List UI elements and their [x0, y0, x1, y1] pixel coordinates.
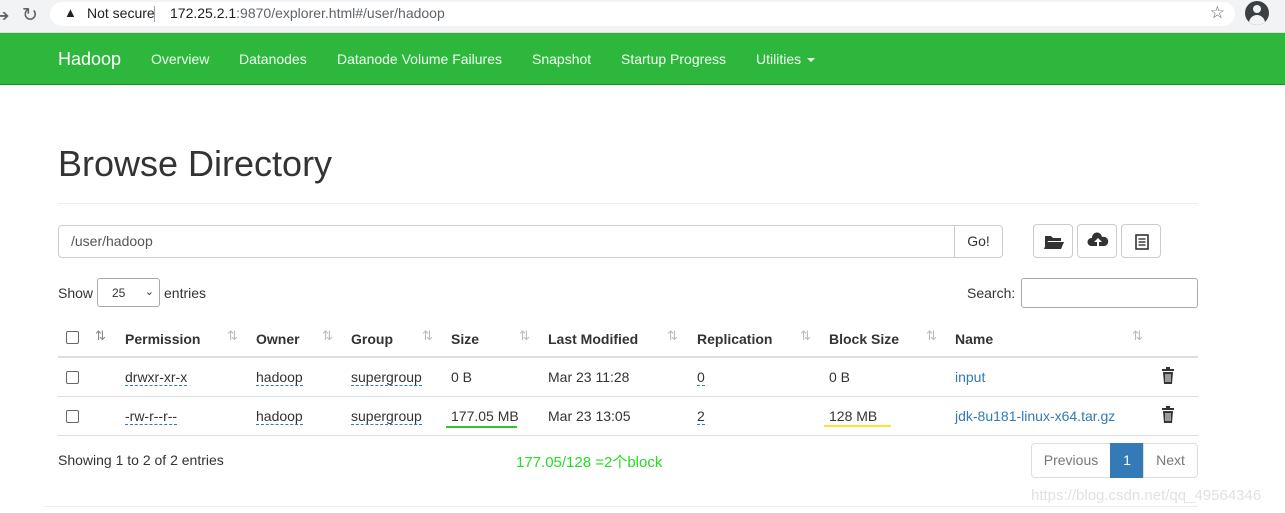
modified-cell: Mar 23 13:05 [548, 408, 631, 424]
size-highlight-underline [446, 426, 517, 428]
brand-link[interactable]: Hadoop [58, 49, 121, 70]
header-name[interactable]: Name [955, 331, 993, 347]
csdn-watermark: https://blog.csdn.net/qq_49564346 [1031, 487, 1262, 504]
sort-icon[interactable]: ⇅ [667, 328, 678, 344]
size-cell: 177.05 MB [451, 408, 519, 424]
group-cell[interactable]: supergroup [351, 408, 422, 425]
browser-toolbar: ➔ ↻ ▲ Not secure 172.25.2.1:9870/explore… [0, 0, 1285, 33]
url-host: 172.25.2.1 [170, 5, 237, 21]
entries-value: 25 [112, 286, 126, 300]
header-group[interactable]: Group [351, 331, 393, 347]
block-size-highlight-underline [824, 425, 891, 427]
header-last-modified[interactable]: Last Modified [548, 331, 638, 347]
sort-icon[interactable]: ⇅ [227, 328, 238, 344]
hadoop-navbar: Hadoop Overview Datanodes Datanode Volum… [0, 33, 1285, 85]
trash-icon[interactable] [1160, 367, 1176, 384]
title-divider [58, 203, 1198, 204]
sort-icon[interactable]: ⇅ [422, 328, 433, 344]
table-row: drwxr-xr-x hadoop supergroup 0 B Mar 23 … [58, 358, 1198, 397]
caret-down-icon [807, 58, 816, 63]
row-checkbox[interactable] [66, 410, 79, 423]
nav-overview[interactable]: Overview [151, 51, 209, 67]
next-button[interactable]: Next [1143, 443, 1198, 478]
upload-files-button[interactable] [1077, 224, 1117, 258]
block-annotation: 177.05/128 =2个block [516, 454, 663, 471]
warning-icon: ▲ [64, 5, 77, 20]
directory-path-input[interactable]: /user/hadoop [58, 225, 955, 258]
sort-icon[interactable]: ⇅ [926, 328, 937, 344]
permission-cell[interactable]: drwxr-xr-x [125, 369, 188, 386]
name-link[interactable]: jdk-8u181-linux-x64.tar.gz [955, 408, 1115, 424]
chevron-down-icon: ⌄ [144, 286, 154, 298]
row-checkbox[interactable] [66, 371, 79, 384]
entries-select[interactable]: 25 ⌄ [97, 278, 160, 307]
page-title: Browse Directory [58, 143, 333, 184]
name-link[interactable]: input [955, 369, 985, 385]
header-permission[interactable]: Permission [125, 331, 200, 347]
security-label[interactable]: Not secure [87, 5, 155, 21]
header-owner[interactable]: Owner [256, 331, 300, 347]
cut-paste-button[interactable] [1121, 224, 1161, 258]
sort-icon[interactable]: ⇅ [800, 328, 811, 344]
nav-utilities-label: Utilities [756, 51, 802, 67]
url-text[interactable]: 172.25.2.1:9870/explorer.html#/user/hado… [170, 5, 445, 21]
address-bar[interactable]: ▲ Not secure 172.25.2.1:9870/explorer.ht… [50, 2, 1235, 26]
table-info: Showing 1 to 2 of 2 entries [58, 452, 224, 468]
bookmark-star-icon[interactable]: ☆ [1210, 3, 1225, 23]
account-icon[interactable] [1245, 1, 1269, 25]
nav-snapshot[interactable]: Snapshot [532, 51, 591, 67]
nav-datanodes[interactable]: Datanodes [239, 51, 307, 67]
sort-icon[interactable]: ⇅ [95, 328, 106, 344]
list-alt-icon [1135, 234, 1149, 250]
folder-open-icon [1044, 236, 1064, 249]
replication-cell[interactable]: 0 [697, 369, 705, 386]
sort-icon[interactable]: ⇅ [1132, 328, 1143, 344]
back-arrow-icon[interactable]: ➔ [0, 6, 9, 26]
entries-label: entries [164, 285, 207, 301]
search-label: Search: [967, 285, 1016, 301]
header-size[interactable]: Size [451, 331, 479, 347]
permission-cell[interactable]: -rw-r--r-- [125, 408, 178, 425]
reload-icon[interactable]: ↻ [22, 4, 38, 27]
replication-cell[interactable]: 2 [697, 408, 705, 425]
header-replication[interactable]: Replication [697, 331, 772, 347]
cloud-upload-icon [1087, 232, 1109, 248]
group-cell[interactable]: supergroup [351, 369, 422, 386]
block-size-cell: 0 B [829, 369, 851, 385]
go-button[interactable]: Go! [954, 225, 1003, 258]
nav-startup-progress[interactable]: Startup Progress [621, 51, 726, 67]
header-block-size[interactable]: Block Size [829, 331, 899, 347]
select-all-checkbox[interactable] [66, 331, 79, 344]
sort-icon[interactable]: ⇅ [322, 328, 333, 344]
nav-utilities-dropdown[interactable]: Utilities [756, 51, 816, 67]
table-header: ⇅ Permission ⇅ Owner ⇅ Group ⇅ Size ⇅ La… [58, 319, 1198, 358]
block-size-cell: 128 MB [829, 408, 878, 424]
file-table: ⇅ Permission ⇅ Owner ⇅ Group ⇅ Size ⇅ La… [58, 319, 1198, 436]
trash-icon[interactable] [1160, 406, 1176, 423]
table-row: -rw-r--r-- hadoop supergroup 177.05 MB M… [58, 397, 1198, 436]
sort-icon[interactable]: ⇅ [519, 328, 530, 344]
owner-cell[interactable]: hadoop [256, 408, 303, 425]
omnibox-divider [154, 6, 155, 22]
nav-volume-failures[interactable]: Datanode Volume Failures [337, 51, 502, 67]
previous-button[interactable]: Previous [1031, 443, 1111, 478]
modified-cell: Mar 23 11:28 [548, 369, 630, 385]
url-path: :9870/explorer.html#/user/hadoop [236, 5, 445, 21]
footer-divider [43, 506, 1198, 507]
show-label: Show [58, 285, 94, 301]
search-input[interactable] [1021, 278, 1198, 308]
size-cell: 0 B [451, 369, 473, 385]
create-directory-button[interactable] [1033, 224, 1073, 258]
page-1-button[interactable]: 1 [1110, 443, 1144, 478]
owner-cell[interactable]: hadoop [256, 369, 303, 386]
